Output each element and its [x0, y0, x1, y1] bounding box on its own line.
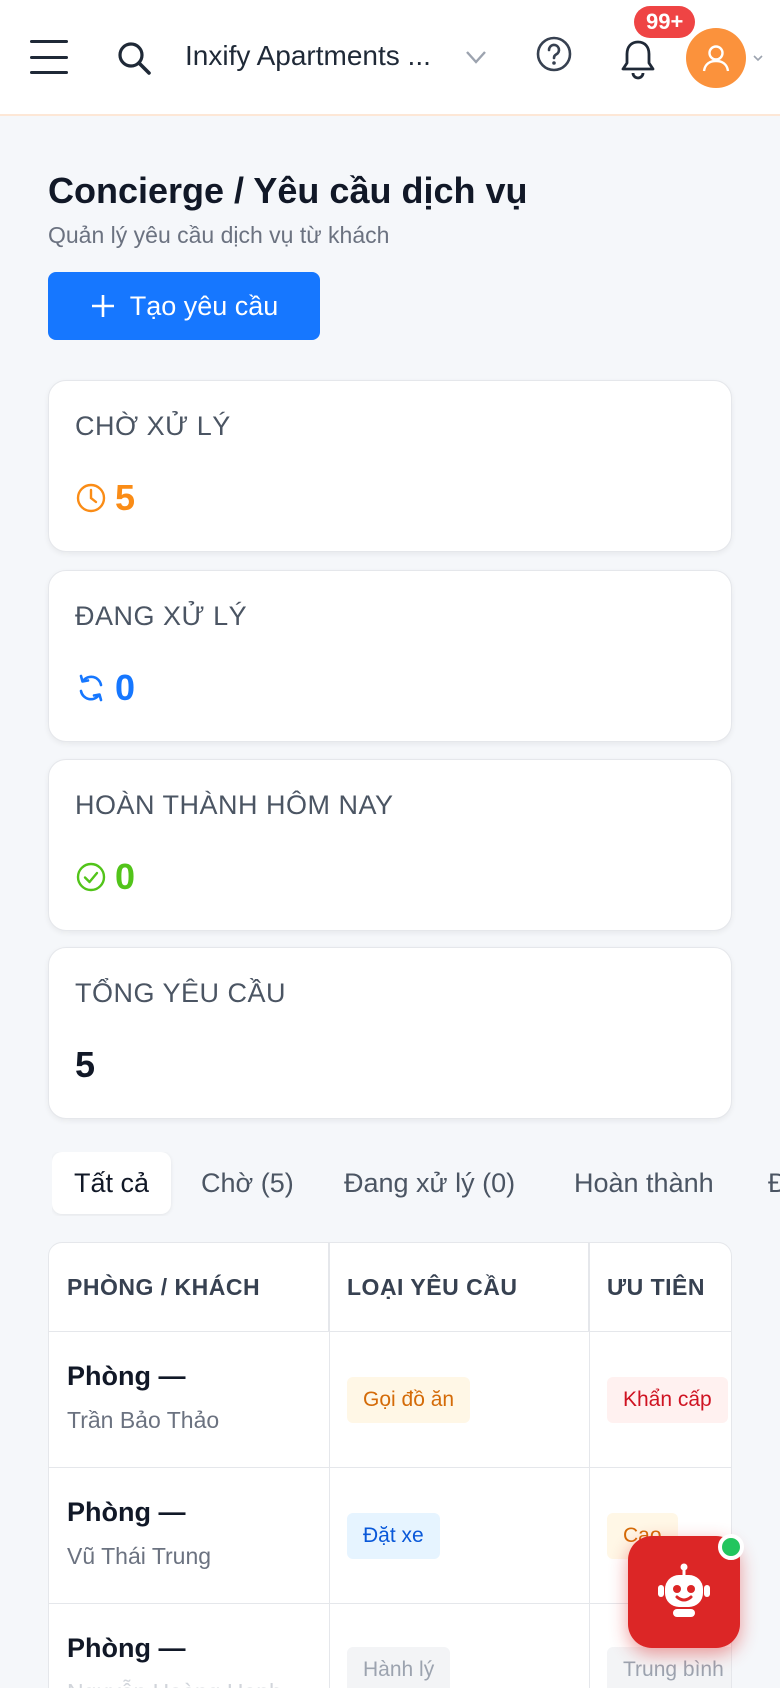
room-number: Phòng — — [67, 1361, 186, 1391]
clock-icon — [76, 483, 106, 513]
stat-value: 0 — [115, 667, 136, 708]
tenant-selector[interactable]: Inxify Apartments ... — [185, 40, 431, 72]
check-circle-icon — [76, 862, 106, 892]
column-header-room-guest[interactable]: PHÒNG / KHÁCH — [49, 1243, 329, 1331]
tab-pending[interactable]: Chờ (5) — [201, 1152, 294, 1214]
robot-icon — [658, 1563, 710, 1617]
room-number: Phòng — — [67, 1497, 186, 1527]
priority-tag: Trung bình — [607, 1647, 731, 1688]
avatar[interactable] — [686, 28, 746, 88]
guest-name: Trần Bảo Thảo — [67, 1407, 220, 1433]
stat-card-total: TỔNG YÊU CẦU 5 — [48, 947, 732, 1119]
row-divider — [49, 1467, 731, 1468]
tab-in-progress[interactable]: Đang xử lý (0) — [344, 1152, 515, 1214]
room-number: Phòng — — [67, 1633, 186, 1663]
menu-icon[interactable] — [30, 40, 68, 74]
stat-label: HOÀN THÀNH HÔM NAY — [75, 790, 394, 820]
stat-card-completed-today: HOÀN THÀNH HÔM NAY 0 — [48, 759, 732, 931]
row-divider — [49, 1331, 731, 1332]
stat-label: ĐANG XỬ LÝ — [75, 601, 248, 631]
guest-name: Vũ Thái Trung — [67, 1543, 212, 1569]
plus-icon — [91, 295, 114, 317]
stat-value: 5 — [115, 477, 136, 518]
online-status-dot — [718, 1534, 744, 1560]
request-type-tag: Hành lý — [347, 1647, 451, 1688]
page-title: Concierge / Yêu cầu dịch vụ — [48, 170, 528, 211]
stat-label: TỔNG YÊU CẦU — [75, 978, 287, 1008]
search-icon[interactable] — [114, 38, 154, 78]
tab-completed[interactable]: Hoàn thành — [574, 1152, 714, 1214]
page-subtitle: Quản lý yêu cầu dịch vụ từ khách — [48, 222, 390, 248]
tab-more[interactable]: Đ — [768, 1152, 780, 1214]
chevron-down-icon[interactable] — [752, 52, 764, 64]
stat-value: 5 — [75, 1044, 96, 1085]
stat-value: 0 — [115, 856, 136, 897]
request-type-tag: Đặt xe — [347, 1513, 440, 1559]
status-tabs: Tất cả Chờ (5) Đang xử lý (0) Hoàn thành… — [52, 1152, 780, 1216]
bell-icon[interactable] — [618, 36, 658, 80]
priority-tag: Khẩn cấp — [607, 1377, 728, 1423]
stat-label: CHỜ XỬ LÝ — [75, 411, 231, 441]
create-request-button[interactable]: Tạo yêu cầu — [48, 272, 320, 340]
chevron-down-icon[interactable] — [463, 44, 489, 70]
tab-all[interactable]: Tất cả — [52, 1152, 172, 1214]
user-icon — [702, 45, 730, 72]
create-request-label: Tạo yêu cầu — [129, 290, 279, 321]
column-divider — [329, 1243, 330, 1688]
stat-card-in-progress: ĐANG XỬ LÝ 0 — [48, 570, 732, 742]
help-icon[interactable] — [534, 34, 574, 74]
guest-name: Nguyễn Hoàng Hạnh — [67, 1679, 282, 1688]
request-type-tag: Gọi đồ ăn — [347, 1377, 471, 1423]
stat-card-pending: CHỜ XỬ LÝ 5 — [48, 380, 732, 552]
column-header-priority[interactable]: ƯU TIÊN — [589, 1243, 731, 1331]
sync-icon — [79, 674, 103, 702]
notification-badge: 99+ — [634, 6, 696, 38]
column-divider — [589, 1243, 590, 1688]
top-bar: Inxify Apartments ... 99+ — [0, 0, 780, 116]
column-header-request-type[interactable]: LOẠI YÊU CẦU — [329, 1243, 589, 1331]
